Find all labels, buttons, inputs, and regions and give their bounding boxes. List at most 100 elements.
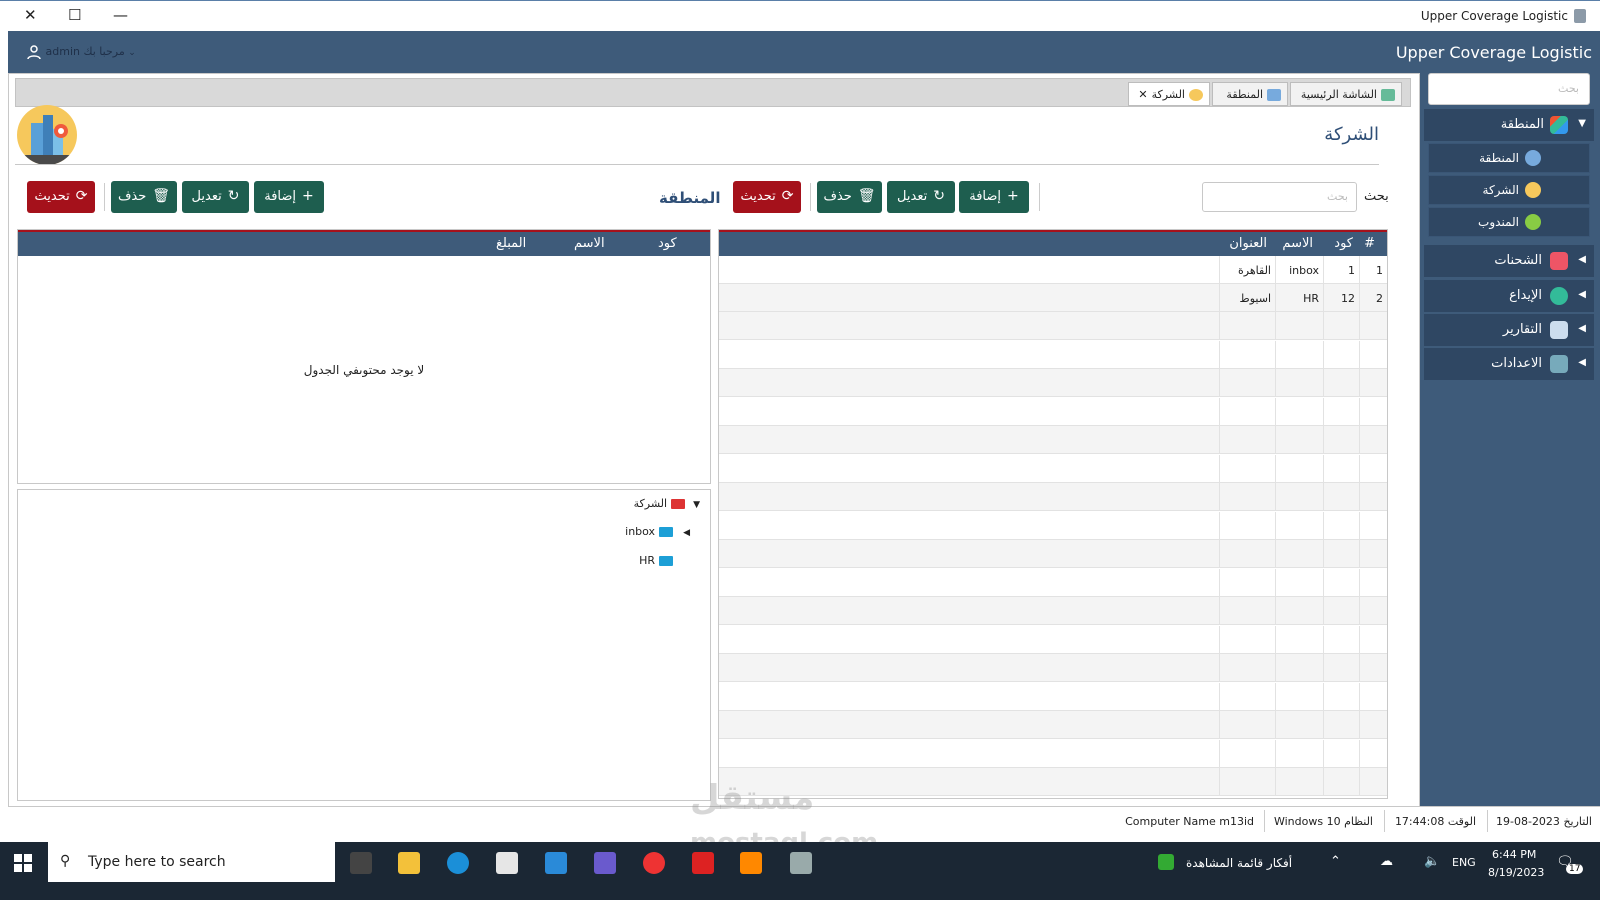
left-delete-button[interactable]: 🗑 حذف: [111, 181, 177, 213]
empty-cell: [1323, 568, 1359, 597]
right-add-button[interactable]: + إضافة: [959, 181, 1029, 213]
chevron-down-icon: ▼: [693, 500, 700, 510]
search-input[interactable]: بحث: [1202, 182, 1357, 212]
left-add-button[interactable]: + إضافة: [254, 181, 324, 213]
file-explorer-icon[interactable]: [398, 852, 420, 874]
table-row[interactable]: 2 12 HR اسيوط: [719, 284, 1387, 312]
edit-icon: ↻: [933, 188, 945, 204]
sidebar-group-settings[interactable]: ◀ الاعدادات: [1424, 348, 1594, 380]
taskbar-search-input[interactable]: ⚲ Type here to search: [48, 842, 335, 882]
empty-cell: [1219, 625, 1275, 654]
close-icon[interactable]: ✕: [24, 6, 37, 24]
sidebar-item-label: المندوب: [1478, 215, 1519, 229]
column-header[interactable]: #: [1364, 236, 1375, 251]
empty-cell: [1359, 483, 1387, 511]
edit-icon: ↻: [227, 188, 240, 204]
chevron-left-icon: ◀: [1578, 254, 1586, 265]
tree-node-inbox[interactable]: ◀ inbox: [625, 525, 690, 538]
greeting-text: مرحبا بك admin: [45, 45, 125, 58]
user-icon: [27, 45, 41, 60]
right-refresh-button[interactable]: ⟳ تحديث: [733, 181, 801, 213]
chrome-icon[interactable]: [643, 852, 665, 874]
sidebar-group-reports[interactable]: ◀ التقارير: [1424, 314, 1594, 346]
sidebar-group-label: التقارير: [1502, 322, 1542, 337]
cell-address: القاهرة: [1219, 256, 1275, 284]
refresh-icon: ⟳: [75, 188, 88, 204]
mail-icon[interactable]: [545, 852, 567, 874]
language-indicator[interactable]: ENG: [1452, 856, 1476, 869]
right-edit-button[interactable]: ↻ تعديل: [887, 181, 955, 213]
window-title-bar: ✕ ☐ — Upper Coverage Logistic: [0, 0, 1600, 31]
empty-cell: [1359, 711, 1387, 739]
status-label: النظام: [1344, 815, 1373, 828]
empty-cell: [1275, 426, 1323, 454]
chevron-up-icon[interactable]: ⌃: [1330, 854, 1341, 869]
empty-cell: [1219, 682, 1275, 711]
minimize-icon[interactable]: —: [113, 6, 128, 24]
tab-home[interactable]: الشاشة الرئيسية: [1290, 82, 1402, 106]
left-panel-title: المنطقة: [659, 189, 721, 207]
sidebar-search-input[interactable]: بحث: [1428, 73, 1590, 105]
tree-root[interactable]: ▼ الشركة: [634, 497, 700, 510]
store-icon[interactable]: [496, 852, 518, 874]
sidebar-item-delegate[interactable]: المندوب: [1428, 207, 1590, 237]
chevron-left-icon: ◀: [683, 528, 690, 538]
sidebar-group-deposit[interactable]: ◀ الإيداع: [1424, 280, 1594, 312]
edge-icon[interactable]: [447, 852, 469, 874]
wifi-icon[interactable]: ☁: [1380, 854, 1393, 869]
sidebar-item-company[interactable]: الشركة: [1428, 175, 1590, 205]
maximize-icon[interactable]: ☐: [68, 6, 81, 24]
divider: [810, 183, 811, 211]
empty-cell: [1275, 454, 1323, 483]
ide-icon[interactable]: [692, 852, 714, 874]
sidebar-group-region[interactable]: ▼ المنطقة: [1424, 109, 1594, 141]
empty-cell: [1359, 312, 1387, 340]
news-icon[interactable]: [1158, 854, 1174, 870]
empty-cell: [1323, 454, 1359, 483]
chevron-left-icon: ◀: [1578, 289, 1586, 300]
right-delete-button[interactable]: 🗑 حذف: [817, 181, 882, 213]
speaker-icon[interactable]: 🔈: [1424, 854, 1440, 869]
app-taskbar-icon[interactable]: [790, 852, 812, 874]
clock-time[interactable]: 6:44 PM: [1492, 848, 1536, 861]
column-header[interactable]: العنوان: [1229, 236, 1267, 251]
tab-company[interactable]: الشركة ✕: [1128, 82, 1210, 106]
reports-icon: [1550, 321, 1568, 339]
column-header[interactable]: الاسم: [1282, 236, 1313, 251]
sidebar-group-label: الشحنات: [1494, 253, 1542, 268]
task-view-icon[interactable]: [350, 852, 372, 874]
vlc-icon[interactable]: [740, 852, 762, 874]
media-icon[interactable]: [594, 852, 616, 874]
sidebar-item-label: الشركة: [1482, 183, 1519, 197]
empty-cell: [1323, 540, 1359, 568]
empty-table-row: [719, 312, 1387, 340]
close-tab-icon[interactable]: ✕: [1138, 88, 1147, 101]
table-row[interactable]: 1 1 inbox القاهرة: [719, 256, 1387, 284]
divider: [1264, 810, 1265, 832]
empty-cell: [1359, 768, 1387, 796]
tab-region[interactable]: المنطقة: [1212, 82, 1288, 106]
sidebar-group-label: المنطقة: [1500, 117, 1544, 132]
windows-start-icon[interactable]: [14, 854, 32, 872]
empty-cell: [1323, 369, 1359, 397]
clock-date[interactable]: 8/19/2023: [1488, 866, 1544, 879]
empty-table-message: لا يوجد محتوىفي الجدول: [303, 363, 425, 377]
refresh-icon: ⟳: [781, 188, 794, 204]
taskbar: ⚲ Type here to search أفكار قائمة المشاه…: [0, 842, 1600, 900]
column-header[interactable]: كود: [1334, 236, 1353, 251]
sidebar-group-shipments[interactable]: ◀ الشحنات: [1424, 245, 1594, 277]
status-time: الوقت 17:44:08: [1395, 815, 1476, 828]
search-icon: ⚲: [60, 853, 71, 869]
column-header[interactable]: المبلغ: [496, 236, 526, 251]
empty-cell: [1323, 711, 1359, 739]
column-header[interactable]: الاسم: [574, 236, 605, 251]
sidebar-item-region[interactable]: المنطقة: [1428, 143, 1590, 173]
left-refresh-button[interactable]: ⟳ تحديث: [27, 181, 95, 213]
empty-cell: [1275, 340, 1323, 369]
news-text[interactable]: أفكار قائمة المشاهدة: [1186, 856, 1292, 870]
tree-node-hr[interactable]: HR: [639, 554, 673, 567]
column-header[interactable]: كود: [658, 236, 677, 251]
left-edit-button[interactable]: ↻ تعديل: [182, 181, 249, 213]
empty-table-row: [719, 625, 1387, 654]
user-menu[interactable]: ⌄ مرحبا بك admin: [26, 44, 136, 60]
